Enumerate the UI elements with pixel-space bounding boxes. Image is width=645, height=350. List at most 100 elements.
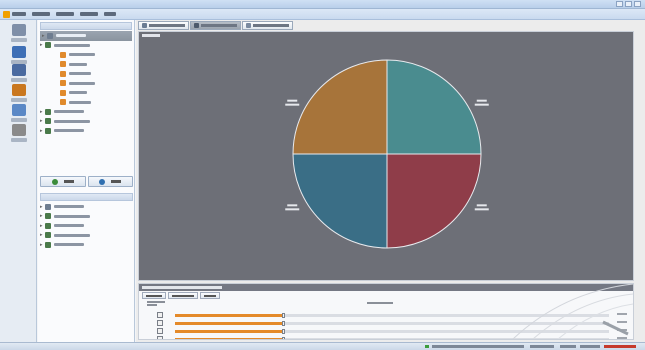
tool-label <box>11 138 27 142</box>
line-icon <box>60 89 66 96</box>
pie-slice <box>386 153 482 249</box>
tree-item[interactable]: ▸ <box>40 31 132 41</box>
bottom-tab-1[interactable] <box>168 292 198 299</box>
tree-item[interactable] <box>38 88 134 98</box>
tree-item-label <box>54 214 90 218</box>
pie-slice <box>386 59 482 155</box>
vertical-toolbar <box>0 20 37 342</box>
maximize-icon[interactable] <box>625 1 632 7</box>
device-icon <box>157 312 163 318</box>
tree-item-label <box>54 233 90 237</box>
tree-item-label <box>69 62 87 66</box>
warning-tool-button[interactable] <box>9 104 29 124</box>
tree-item[interactable] <box>38 60 134 70</box>
tree-item[interactable]: ▸ <box>38 117 134 127</box>
tree-item[interactable]: ▸ <box>38 221 135 231</box>
tree-item-label <box>56 34 86 38</box>
tree-item-label <box>54 129 84 133</box>
tree-item-label <box>69 53 95 57</box>
nav-lower-header <box>40 193 133 201</box>
tree-item[interactable]: ▸ <box>38 107 134 117</box>
tool-label <box>11 38 27 42</box>
tree-item-label <box>69 91 87 95</box>
tree-item[interactable] <box>38 69 134 79</box>
line-icon <box>60 61 66 68</box>
bottom-tab-2[interactable] <box>200 292 220 299</box>
settings-tool-button[interactable] <box>9 84 29 104</box>
slice-label <box>285 204 300 211</box>
tab-label <box>201 24 237 27</box>
tab-icon <box>142 23 147 28</box>
column-caption <box>147 304 157 306</box>
menu-item-0[interactable] <box>12 12 26 16</box>
tree-item-label <box>69 81 95 85</box>
menu-item-4[interactable] <box>104 12 116 16</box>
tree-item[interactable]: ▸ <box>38 212 135 222</box>
menu-item-3[interactable] <box>80 12 98 16</box>
plant-icon <box>45 118 51 125</box>
settings-icon <box>45 203 51 210</box>
link-icon <box>12 124 26 136</box>
slider-handle[interactable] <box>282 329 285 334</box>
bottom-tab-label <box>172 294 194 297</box>
floppy-tool-button[interactable] <box>9 64 29 84</box>
tree-item[interactable]: ▸ <box>38 231 135 241</box>
tree-item-label <box>69 100 91 104</box>
slider-handle[interactable] <box>282 321 285 326</box>
tree-item-label <box>54 119 90 123</box>
device-icon <box>157 328 163 334</box>
tool-label <box>11 78 27 82</box>
bottom-tab-0[interactable] <box>142 292 166 299</box>
left-panel-button[interactable] <box>40 176 86 187</box>
title-bar <box>0 0 645 9</box>
close-icon[interactable] <box>634 1 641 7</box>
status-bar <box>0 342 645 350</box>
floppy-icon <box>12 64 26 76</box>
menu-item-1[interactable] <box>32 12 50 16</box>
navigation-panel: ▸ ▸ ▸ ▸ ▸ ▸ ▸ ▸ ▸ ▸ <box>38 20 135 342</box>
tree-item[interactable]: ▸ <box>38 126 134 136</box>
tree-item[interactable]: ▸ <box>38 240 135 250</box>
link-tool-button[interactable] <box>9 124 29 144</box>
menu-item-2[interactable] <box>56 12 74 16</box>
tab-label <box>253 24 289 27</box>
plant-icon <box>45 232 51 239</box>
minus-icon <box>99 178 106 185</box>
tree-item-label <box>54 205 84 209</box>
main-area <box>136 20 645 342</box>
tab-1[interactable] <box>190 21 241 30</box>
settings-icon <box>12 84 26 96</box>
save-tool-button[interactable] <box>9 46 29 66</box>
tab-0[interactable] <box>138 21 189 30</box>
plant-icon <box>45 127 51 134</box>
tool-label <box>11 98 27 102</box>
slider-handle[interactable] <box>282 313 285 318</box>
status-alert <box>604 345 636 348</box>
tree-item[interactable]: ▸ <box>38 202 135 212</box>
tree-item-label <box>54 43 90 47</box>
tree-item[interactable] <box>38 50 134 60</box>
slice-label <box>474 99 489 106</box>
bottom-panel <box>138 283 634 340</box>
tree-item-label <box>69 72 91 76</box>
tree-item[interactable] <box>38 98 134 108</box>
tree-item[interactable] <box>38 79 134 89</box>
minimize-icon[interactable] <box>616 1 623 7</box>
tab-label <box>149 24 185 27</box>
line-icon <box>60 99 66 106</box>
nav-upper-header <box>40 22 132 30</box>
slider-fill <box>175 330 283 333</box>
plant-icon <box>45 42 51 49</box>
column-caption <box>367 302 393 304</box>
slider-handle[interactable] <box>282 337 285 339</box>
line-icon <box>60 70 66 77</box>
right-panel-button[interactable] <box>87 176 133 187</box>
tab-2[interactable] <box>242 21 293 30</box>
open-tool-button[interactable] <box>9 24 29 44</box>
plant-icon <box>45 108 51 115</box>
settings-icon <box>47 32 53 39</box>
open-icon <box>12 24 26 36</box>
pie-slice <box>292 59 388 155</box>
tree-item[interactable]: ▸ <box>38 41 134 51</box>
tree-item-label <box>54 110 84 114</box>
